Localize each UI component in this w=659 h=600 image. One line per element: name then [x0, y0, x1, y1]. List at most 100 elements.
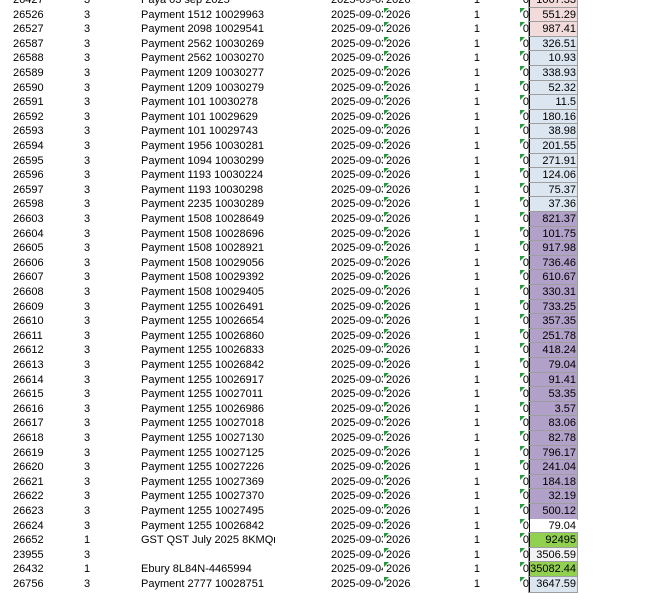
cell-id[interactable]: 26589: [13, 66, 73, 81]
cell-id[interactable]: 26590: [13, 81, 73, 96]
cell-year[interactable]: 2026: [386, 154, 412, 169]
cell-amount[interactable]: 124.06: [530, 168, 576, 183]
cell-date[interactable]: 2025-09-03: [331, 66, 383, 81]
error-indicator-icon[interactable]: [520, 533, 525, 539]
cell-year[interactable]: 2026: [386, 256, 412, 271]
cell-description[interactable]: Payment 1508 10028696: [141, 227, 275, 242]
cell-id[interactable]: 26622: [13, 489, 73, 504]
cell-amount[interactable]: 180.16: [530, 110, 576, 125]
cell-amount[interactable]: 326.51: [530, 37, 576, 52]
cell-year[interactable]: 2026: [386, 81, 412, 96]
cell-year[interactable]: 2026: [386, 212, 412, 227]
cell-id[interactable]: 26527: [13, 22, 73, 37]
cell-description[interactable]: Payment 1193 10030298: [141, 183, 275, 198]
error-indicator-icon[interactable]: [520, 445, 525, 451]
error-indicator-icon[interactable]: [384, 504, 389, 509]
cell-date[interactable]: 2025-09-03: [331, 489, 383, 504]
cell-date[interactable]: 2025-09-03: [331, 300, 383, 315]
error-indicator-icon[interactable]: [384, 372, 389, 378]
cell-description[interactable]: Payment 1255 10027495: [141, 504, 275, 519]
cell-description[interactable]: Payment 1512 10029963: [141, 8, 275, 23]
cell-description[interactable]: Payment 101 10030278: [141, 95, 275, 110]
cell-id[interactable]: 26615: [13, 387, 73, 402]
cell-date[interactable]: 2025-09-03: [331, 168, 383, 183]
error-indicator-icon[interactable]: [384, 285, 389, 290]
cell-type[interactable]: 3: [84, 416, 94, 431]
error-indicator-icon[interactable]: [384, 168, 389, 174]
cell-id[interactable]: 26587: [13, 37, 73, 52]
cell-type[interactable]: 3: [84, 519, 94, 534]
cell-flag-a[interactable]: 1: [470, 139, 480, 154]
cell-year[interactable]: 2026: [386, 0, 412, 8]
cell-description[interactable]: Payment 1508 10029405: [141, 285, 275, 300]
error-indicator-icon[interactable]: [520, 212, 525, 217]
cell-description[interactable]: Payment 1508 10028649: [141, 212, 275, 227]
error-indicator-icon[interactable]: [384, 577, 389, 582]
cell-date[interactable]: 2025-09-03: [331, 212, 383, 227]
cell-flag-a[interactable]: 1: [470, 548, 480, 563]
cell-date[interactable]: 2025-09-03: [331, 373, 383, 388]
cell-type[interactable]: 3: [84, 548, 94, 563]
error-indicator-icon[interactable]: [520, 226, 525, 232]
cell-date[interactable]: 2025-09-03: [331, 197, 383, 212]
cell-id[interactable]: 26595: [13, 154, 73, 169]
cell-date[interactable]: 2025-09-03: [331, 285, 383, 300]
cell-amount[interactable]: 330.31: [530, 285, 576, 300]
cell-id[interactable]: 26624: [13, 519, 73, 534]
error-indicator-icon[interactable]: [520, 474, 525, 480]
cell-id[interactable]: 26614: [13, 373, 73, 388]
error-indicator-icon[interactable]: [384, 489, 389, 495]
cell-description[interactable]: Payment 1255 10027018: [141, 416, 275, 431]
cell-id[interactable]: 26597: [13, 183, 73, 198]
cell-year[interactable]: 2026: [386, 300, 412, 315]
cell-type[interactable]: 3: [84, 475, 94, 490]
cell-amount[interactable]: 551.29: [530, 8, 576, 23]
cell-type[interactable]: 3: [84, 37, 94, 52]
error-indicator-icon[interactable]: [384, 7, 389, 13]
cell-id[interactable]: 26593: [13, 124, 73, 139]
cell-amount[interactable]: 52.32: [530, 81, 576, 96]
error-indicator-icon[interactable]: [384, 212, 389, 217]
cell-amount[interactable]: 733.25: [530, 300, 576, 315]
cell-type[interactable]: 3: [84, 197, 94, 212]
cell-date[interactable]: 2025-09-03: [331, 358, 383, 373]
cell-flag-a[interactable]: 1: [470, 577, 480, 592]
cell-id[interactable]: 26612: [13, 343, 73, 358]
cell-description[interactable]: Payment 1255 10026833: [141, 343, 275, 358]
error-indicator-icon[interactable]: [520, 36, 525, 42]
cell-flag-a[interactable]: 1: [470, 343, 480, 358]
cell-amount[interactable]: 3647.59: [530, 577, 576, 592]
cell-year[interactable]: 2026: [386, 314, 412, 329]
cell-flag-a[interactable]: 1: [470, 8, 480, 23]
cell-type[interactable]: 3: [84, 183, 94, 198]
error-indicator-icon[interactable]: [384, 518, 389, 524]
error-indicator-icon[interactable]: [384, 66, 389, 71]
cell-id[interactable]: 26617: [13, 416, 73, 431]
cell-year[interactable]: 2026: [386, 329, 412, 344]
cell-type[interactable]: 3: [84, 285, 94, 300]
error-indicator-icon[interactable]: [384, 226, 389, 232]
error-indicator-icon[interactable]: [384, 51, 389, 57]
cell-date[interactable]: 2025-09-03: [331, 431, 383, 446]
cell-flag-a[interactable]: 1: [470, 504, 480, 519]
error-indicator-icon[interactable]: [520, 577, 525, 582]
cell-description[interactable]: Payment 1255 10026654: [141, 314, 275, 329]
cell-amount[interactable]: 75.37: [530, 183, 576, 198]
error-indicator-icon[interactable]: [384, 387, 389, 393]
cell-flag-a[interactable]: 1: [470, 562, 480, 577]
cell-date[interactable]: 2025-09-03: [331, 8, 383, 23]
cell-description[interactable]: Ebury 8L84N-4465994: [141, 562, 275, 577]
cell-description[interactable]: Payment 1956 10030281: [141, 139, 275, 154]
cell-flag-a[interactable]: 1: [470, 110, 480, 125]
cell-type[interactable]: 3: [84, 460, 94, 475]
cell-date[interactable]: 2025-09-03: [331, 95, 383, 110]
error-indicator-icon[interactable]: [384, 460, 389, 466]
cell-type[interactable]: 3: [84, 431, 94, 446]
cell-date[interactable]: 2025-09-03: [331, 22, 383, 37]
cell-flag-a[interactable]: 1: [470, 446, 480, 461]
cell-flag-a[interactable]: 1: [470, 270, 480, 285]
error-indicator-icon[interactable]: [520, 518, 525, 524]
cell-id[interactable]: 26604: [13, 227, 73, 242]
cell-date[interactable]: 2025-09-03: [331, 533, 383, 548]
cell-description[interactable]: Payment 1255 10027226: [141, 460, 275, 475]
